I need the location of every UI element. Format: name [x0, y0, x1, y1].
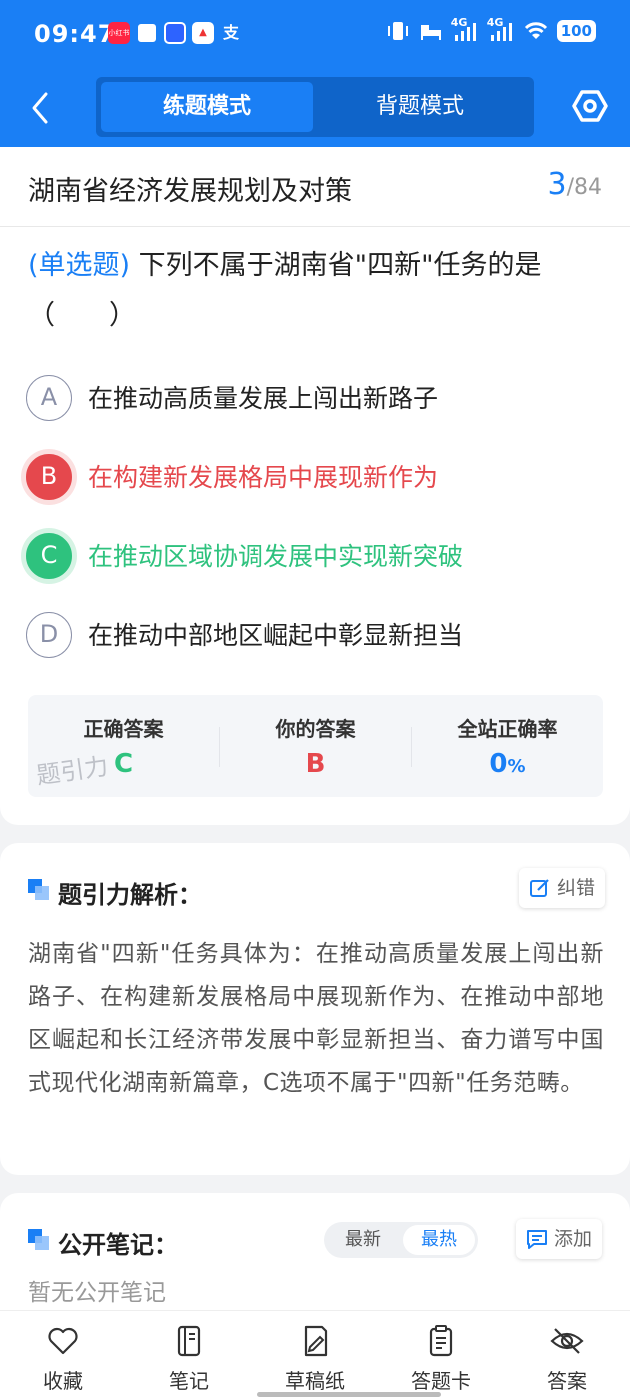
- draft-paper-label: 草稿纸: [285, 1369, 345, 1393]
- sort-hottest[interactable]: 最热: [403, 1225, 475, 1255]
- add-note-button[interactable]: 添加: [516, 1219, 603, 1259]
- back-button[interactable]: [24, 88, 58, 128]
- option-b[interactable]: B 在构建新发展格局中展现新作为: [26, 452, 606, 502]
- tab-practice-mode[interactable]: 练题模式: [101, 82, 313, 132]
- battery-indicator: 100: [556, 20, 596, 42]
- xiaohongshu-icon: 小红书: [108, 22, 130, 44]
- vibrate-icon: [387, 22, 408, 40]
- home-indicator[interactable]: [257, 1392, 441, 1397]
- option-d[interactable]: D 在推动中部地区崛起中彰显新担当: [26, 610, 606, 660]
- question-progress: 3/84: [547, 167, 602, 202]
- notes-label: 笔记: [169, 1369, 209, 1393]
- your-answer-value: B: [305, 749, 326, 779]
- status-time: 09:47: [34, 20, 116, 48]
- chapter-title: 湖南省经济发展规划及对策: [28, 176, 352, 207]
- heart-icon: [48, 1327, 78, 1355]
- accuracy-label: 全站正确率: [457, 717, 558, 741]
- answer-sheet-icon: [429, 1325, 453, 1357]
- progress-total: 84: [574, 175, 602, 200]
- gear-hexagon-icon: [572, 90, 608, 122]
- notes-button[interactable]: 笔记: [144, 1325, 234, 1397]
- report-error-label: 纠错: [557, 877, 596, 899]
- accuracy-block: 全站正确率 0%: [412, 695, 603, 797]
- mode-switch: 练题模式 背题模式: [96, 77, 534, 137]
- app-icon: ▲: [192, 22, 214, 44]
- tab-memorize-mode[interactable]: 背题模式: [314, 82, 526, 132]
- edit-icon: [530, 879, 549, 897]
- analysis-text: 湖南省"四新"任务具体为：在推动高质量发展上闯出新路子、在构建新发展格局中展现新…: [28, 941, 604, 1096]
- question-card: (单选题) 下列不属于湖南省"四新"任务的是（ ） A 在推动高质量发展上闯出新…: [0, 227, 630, 825]
- bottom-toolbar: 收藏 笔记 草稿纸 答题卡 答案: [0, 1310, 630, 1400]
- system-icons: 4G 4G 100: [385, 16, 596, 42]
- eye-off-icon: [550, 1328, 584, 1354]
- section-icon: [28, 879, 50, 901]
- option-text: 在推动高质量发展上闯出新路子: [88, 384, 439, 413]
- accuracy-unit: %: [507, 756, 526, 777]
- comment-add-icon: [527, 1230, 547, 1249]
- analysis-card: 题引力解析： 纠错 湖南省"四新"任务具体为：在推动高质量发展上闯出新路子、在构…: [0, 843, 630, 1175]
- signal-icon: 4G: [451, 16, 479, 42]
- notes-sort-toggle: 最新 最热: [324, 1222, 478, 1258]
- report-error-button[interactable]: 纠错: [519, 868, 606, 908]
- notification-icons: 小红书 ▲ 支: [108, 22, 242, 44]
- progress-current: 3: [547, 167, 567, 202]
- show-answer-label: 答案: [547, 1369, 587, 1393]
- sort-newest[interactable]: 最新: [327, 1225, 399, 1255]
- signal-icon: 4G: [487, 16, 515, 42]
- add-note-label: 添加: [554, 1228, 593, 1250]
- notes-title: 公开笔记：: [58, 1231, 178, 1259]
- option-letter: D: [26, 612, 72, 658]
- alipay-icon: 支: [222, 23, 239, 42]
- draft-paper-button[interactable]: 草稿纸: [270, 1325, 360, 1397]
- chevron-left-icon: [32, 92, 48, 124]
- chat-app-icon: [136, 22, 158, 44]
- correct-answer-block: 正确答案 C 题引力: [28, 695, 219, 797]
- option-letter: C: [26, 533, 72, 579]
- accuracy-value: 0%: [412, 749, 603, 779]
- answer-sheet-label: 答题卡: [411, 1369, 471, 1393]
- analysis-title: 题引力解析：: [58, 881, 202, 909]
- option-a[interactable]: A 在推动高质量发展上闯出新路子: [26, 373, 606, 423]
- favorite-label: 收藏: [43, 1369, 83, 1393]
- correct-answer-label: 正确答案: [83, 717, 164, 741]
- answer-summary: 正确答案 C 题引力 你的答案 B 全站正确率 0%: [28, 695, 603, 797]
- app-icon: [164, 22, 186, 44]
- option-text: 在推动区域协调发展中实现新突破: [88, 542, 464, 571]
- show-answer-button[interactable]: 答案: [522, 1325, 612, 1397]
- question-type: (单选题): [28, 250, 131, 281]
- question-text: (单选题) 下列不属于湖南省"四新"任务的是（ ）: [28, 241, 588, 341]
- section-icon: [28, 1229, 50, 1251]
- your-answer-block: 你的答案 B: [220, 695, 411, 797]
- notebook-icon: [177, 1325, 201, 1357]
- option-text: 在推动中部地区崛起中彰显新担当: [88, 621, 464, 650]
- settings-button[interactable]: [572, 88, 608, 124]
- progress-separator: /: [566, 175, 574, 200]
- option-text: 在构建新发展格局中展现新作为: [88, 463, 439, 492]
- chapter-bar: 湖南省经济发展规划及对策 3/84: [0, 147, 630, 227]
- accuracy-number: 0: [489, 749, 508, 779]
- option-letter: A: [26, 375, 72, 421]
- empty-notes-text: 暂无公开笔记: [28, 1280, 166, 1306]
- draft-paper-icon: [304, 1325, 328, 1357]
- answer-sheet-button[interactable]: 答题卡: [396, 1325, 486, 1397]
- option-letter: B: [26, 454, 72, 500]
- your-answer-label: 你的答案: [275, 717, 356, 741]
- top-header: 09:47 小红书 ▲ 支 4G 4G 100 练题模式 背题模式: [0, 0, 630, 147]
- option-c[interactable]: C 在推动区域协调发展中实现新突破: [26, 531, 606, 581]
- bed-icon: [420, 25, 441, 40]
- wifi-icon: [524, 22, 547, 39]
- favorite-button[interactable]: 收藏: [18, 1325, 108, 1397]
- status-bar: 09:47 小红书 ▲ 支 4G 4G 100: [0, 0, 630, 68]
